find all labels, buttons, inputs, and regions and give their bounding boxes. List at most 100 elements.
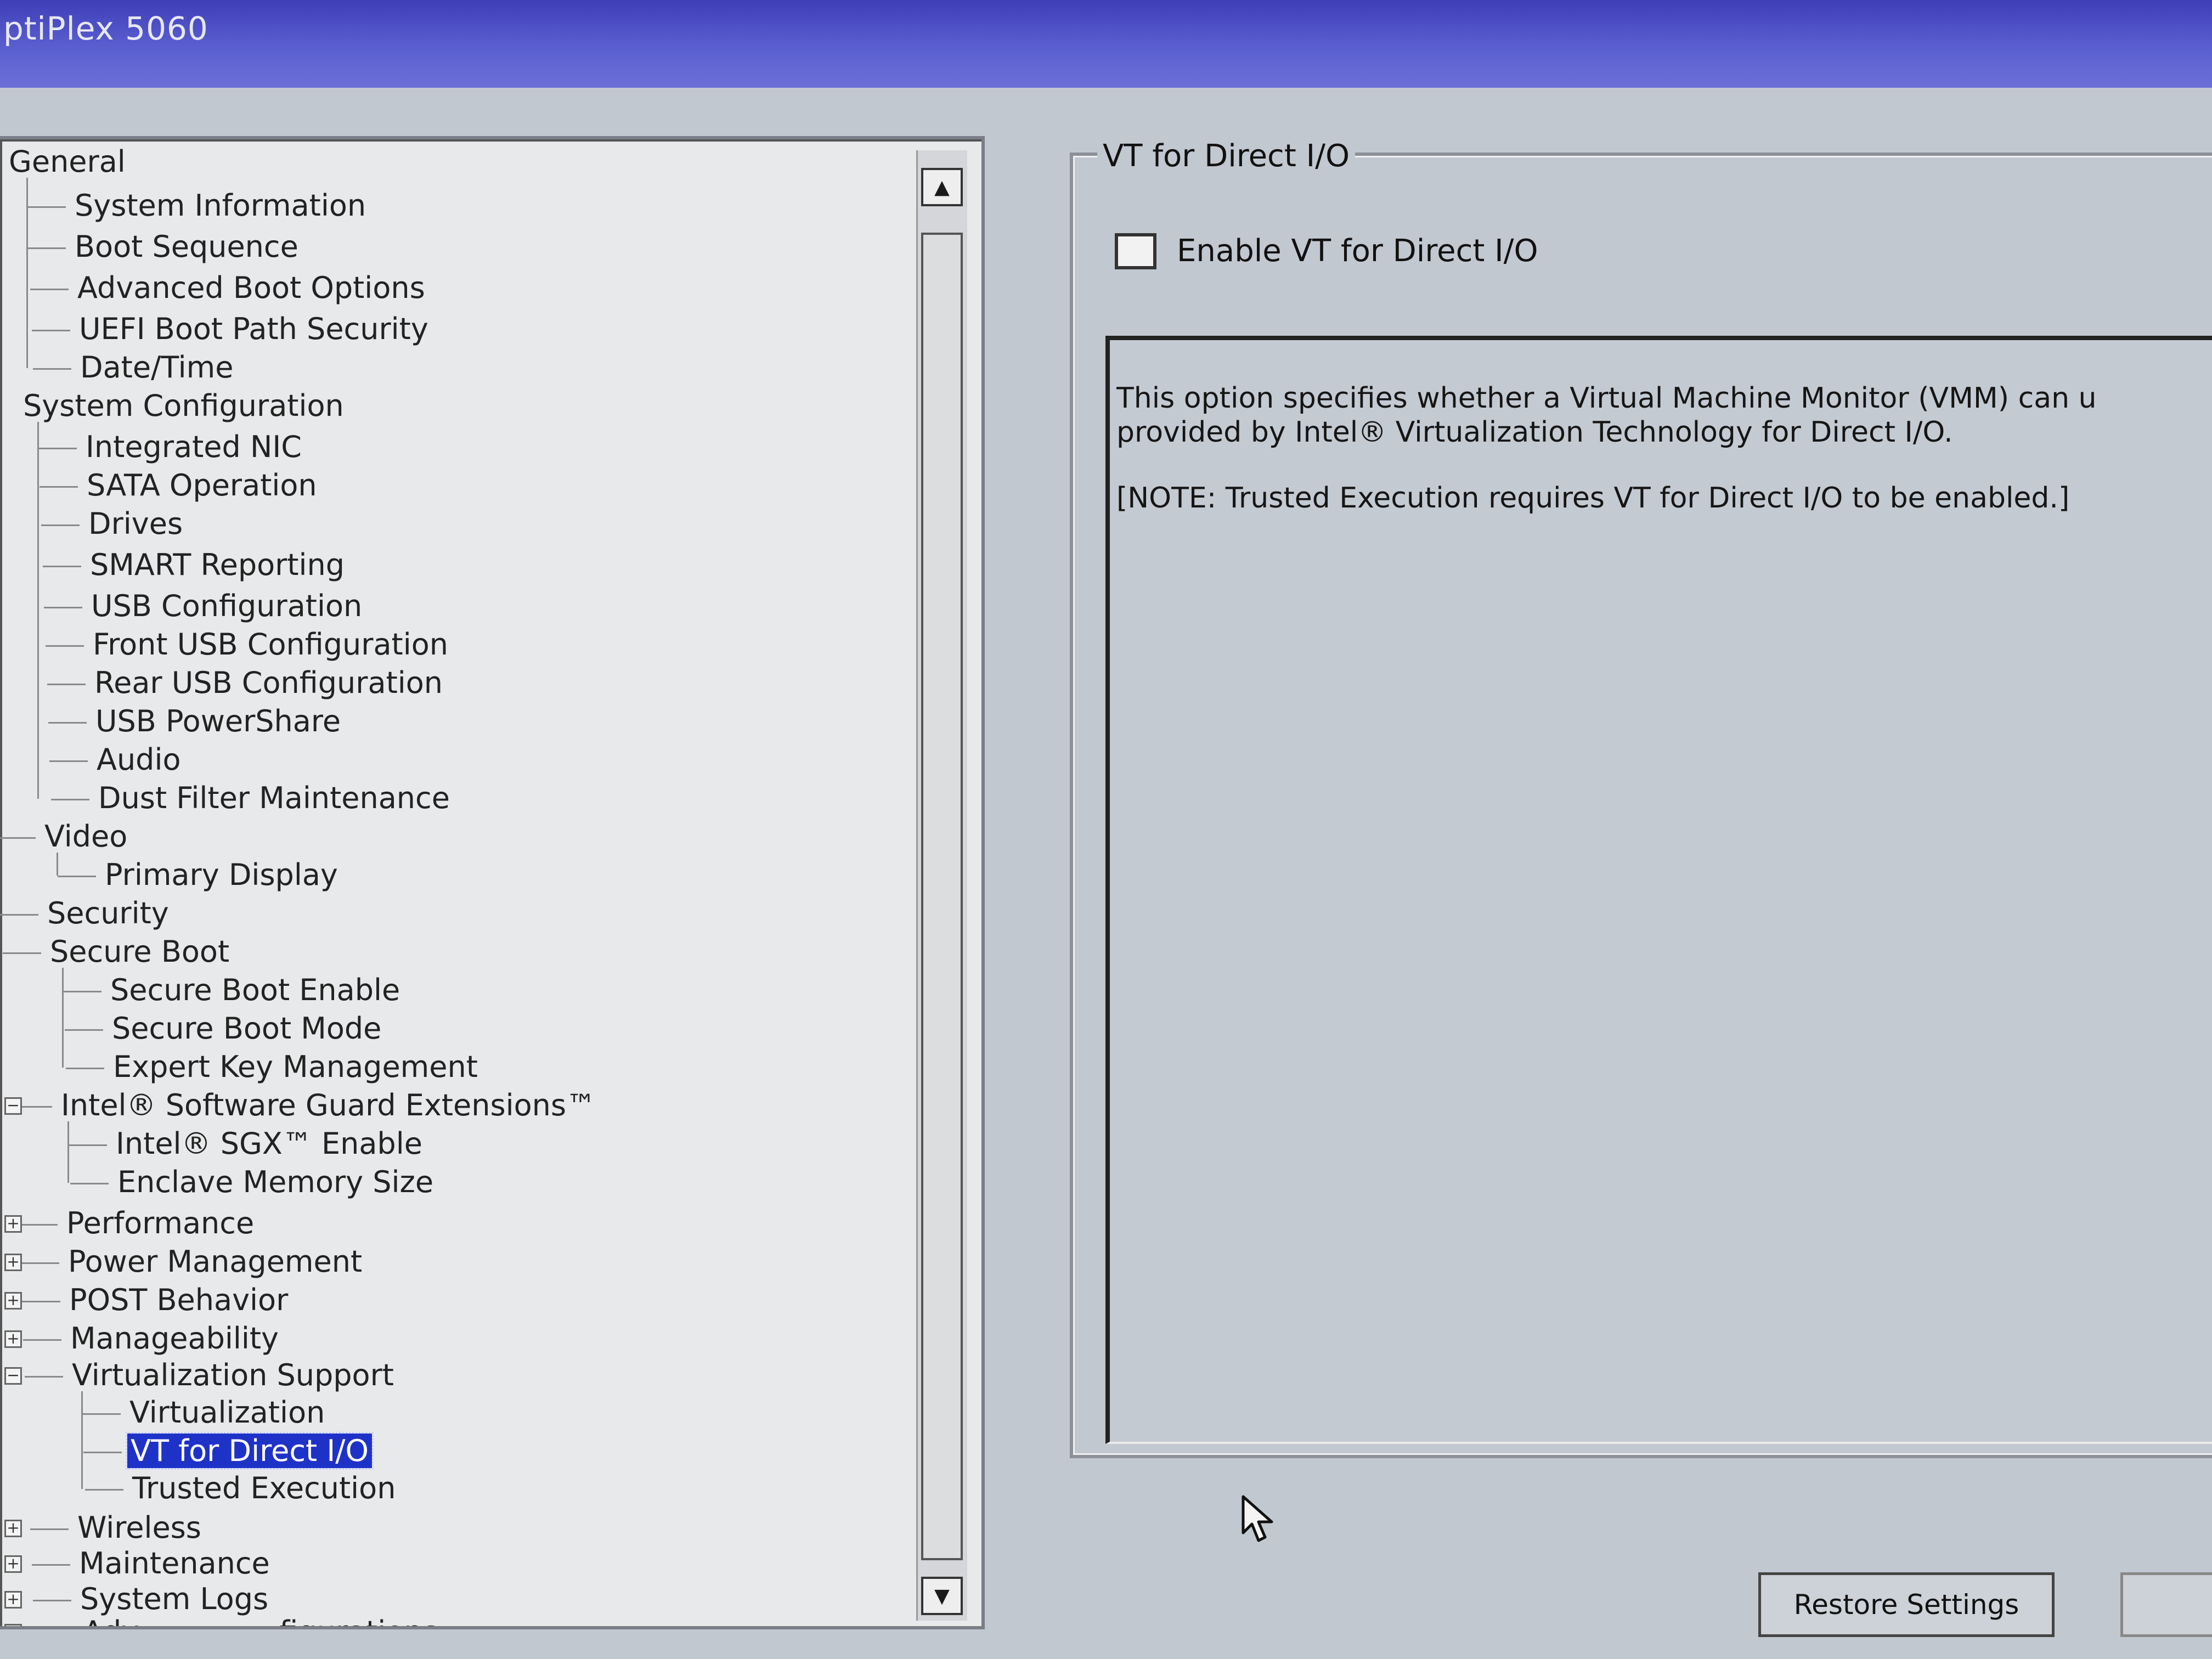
tree-item-system-logs[interactable]: System Logs [77, 1581, 272, 1617]
tree-item-label: Secure Boot Enable [110, 973, 400, 1007]
tree-item-label: Virtualization [129, 1395, 325, 1430]
tree-item-primary-display[interactable]: Primary Display [101, 857, 341, 893]
tree-item-advanced-boot-options[interactable]: Advanced Boot Options [74, 270, 428, 306]
tree-item-label: SMART Reporting [90, 548, 345, 582]
tree-item-usb-powershare[interactable]: USB PowerShare [92, 703, 344, 740]
tree-item-video[interactable]: Video [41, 819, 131, 855]
tree-item-system-information[interactable]: System Information [71, 188, 369, 224]
tree-item-power-management[interactable]: Power Management [65, 1244, 365, 1280]
tree-item-label: Power Management [68, 1244, 363, 1279]
tree-connector [33, 368, 71, 370]
tree-item-virtualization[interactable]: Virtualization [126, 1395, 328, 1431]
tree-item-secure-boot-mode[interactable]: Secure Boot Mode [109, 1011, 385, 1047]
description-note: [NOTE: Trusted Execution requires VT for… [1116, 482, 2070, 515]
tree-item-audio[interactable]: Audio [93, 742, 184, 778]
tree-item-post-behavior[interactable]: POST Behavior [66, 1282, 291, 1318]
description-text: This option specifies whether a Virtual … [1116, 381, 2208, 515]
enable-vt-direct-io-label[interactable]: Enable VT for Direct I/O [1177, 233, 1538, 269]
restore-settings-button[interactable]: Restore Settings [1758, 1572, 2055, 1637]
expand-icon[interactable]: + [4, 1591, 22, 1609]
tree-item-integrated-nic[interactable]: Integrated NIC [82, 429, 305, 465]
tree-connector [49, 760, 88, 762]
tree-connector [0, 837, 36, 839]
tree-item-performance[interactable]: Performance [63, 1205, 257, 1242]
tree-item-label: Boot Sequence [75, 229, 298, 264]
tree-item-adv[interactable]: Adv figurations [80, 1614, 438, 1626]
settings-tree-panel: General System Information Boot Sequence Ad… [0, 136, 985, 1629]
enable-vt-direct-io-checkbox[interactable] [1115, 233, 1156, 269]
tree-connector [47, 684, 86, 685]
tree-item-virtualization-support[interactable]: Virtualization Support [69, 1357, 397, 1393]
tree-connector [65, 1029, 103, 1031]
scroll-up-button[interactable]: ▲ [921, 168, 963, 206]
expand-icon[interactable]: + [4, 1330, 22, 1348]
tree-item-secure-boot[interactable]: Secure Boot [47, 934, 233, 970]
tree-connector [33, 1600, 71, 1601]
tree-connector [23, 1339, 61, 1341]
tree-item-date-time[interactable]: Date/Time [77, 349, 236, 386]
tree-item-vt-for-direct-i-o[interactable]: VT for Direct I/O [126, 1432, 374, 1470]
expand-icon[interactable]: + [4, 1624, 22, 1626]
tree-item-intel-sgx-enable[interactable]: Intel® SGX™ Enable [112, 1126, 426, 1162]
expand-icon[interactable]: + [4, 1520, 22, 1537]
arrow-down-icon: ▼ [934, 1584, 950, 1607]
tree-branch-line [57, 853, 58, 876]
collapse-icon[interactable]: − [4, 1097, 22, 1115]
tree-item-boot-sequence[interactable]: Boot Sequence [71, 229, 302, 265]
collapse-icon[interactable]: − [4, 1367, 22, 1385]
tree-item-expert-key-management[interactable]: Expert Key Management [110, 1049, 481, 1085]
tree-item-system-configuration[interactable]: System Configuration [20, 388, 347, 424]
tree-item-label-trailing: figurations [279, 1615, 438, 1626]
expand-icon[interactable]: + [4, 1292, 22, 1310]
tree-item-drives[interactable]: Drives [85, 506, 186, 542]
tree-item-security[interactable]: Security [44, 895, 172, 932]
tree-item-label: Performance [66, 1206, 255, 1240]
tree-connector [51, 799, 89, 800]
tree-item-label: Video [44, 819, 128, 854]
tree-branch-line [37, 422, 39, 799]
tree-scrollbar[interactable]: ▲ ▼ [916, 150, 967, 1621]
tree-connector [43, 566, 81, 567]
tree-item-label: Adv [80, 1615, 142, 1626]
description-line-1: This option specifies whether a Virtual … [1116, 382, 2097, 415]
tree-item-front-usb-configuration[interactable]: Front USB Configuration [89, 627, 452, 663]
tree-item-smart-reporting[interactable]: SMART Reporting [87, 547, 348, 583]
settings-tree: General System Information Boot Sequence Ad… [0, 139, 900, 1626]
title-bar: ptiPlex 5060 [0, 0, 2212, 88]
partial-button[interactable] [2120, 1572, 2212, 1637]
tree-item-secure-boot-enable[interactable]: Secure Boot Enable [107, 972, 403, 1008]
tree-item-label: Trusted Execution [132, 1471, 396, 1505]
tree-item-trusted-execution[interactable]: Trusted Execution [129, 1470, 399, 1506]
tree-item-intel-software-guard-extensions[interactable]: Intel® Software Guard Extensions™ [58, 1087, 599, 1124]
tree-item-dust-filter-maintenance[interactable]: Dust Filter Maintenance [95, 780, 453, 816]
tree-connector [25, 1376, 63, 1378]
description-line-2: provided by Intel® Virtualization Techno… [1116, 416, 1953, 449]
tree-item-wireless[interactable]: Wireless [74, 1510, 205, 1546]
scroll-down-button[interactable]: ▼ [921, 1577, 963, 1615]
tree-item-sata-operation[interactable]: SATA Operation [83, 467, 320, 504]
tree-item-label: System Logs [80, 1582, 269, 1616]
expand-icon[interactable]: + [4, 1215, 22, 1233]
tree-item-maintenance[interactable]: Maintenance [76, 1545, 273, 1582]
tree-item-usb-configuration[interactable]: USB Configuration [88, 588, 365, 624]
tree-item-manageability[interactable]: Manageability [67, 1321, 282, 1357]
tree-item-label: POST Behavior [69, 1283, 289, 1317]
tree-item-general[interactable]: General [5, 144, 129, 180]
tree-connector [38, 448, 77, 449]
expand-icon[interactable]: + [4, 1254, 22, 1271]
tree-connector [48, 722, 87, 724]
tree-item-label: Maintenance [79, 1546, 270, 1581]
tree-item-rear-usb-configuration[interactable]: Rear USB Configuration [91, 665, 446, 701]
tree-connector [66, 1068, 104, 1069]
tree-item-enclave-memory-size[interactable]: Enclave Memory Size [114, 1164, 437, 1200]
tree-item-label: Intel® Software Guard Extensions™ [61, 1088, 596, 1122]
tree-connector [32, 330, 70, 331]
scroll-thumb[interactable] [921, 233, 963, 1560]
tree-item-label: SATA Operation [87, 468, 317, 503]
tree-item-label: Date/Time [80, 350, 234, 385]
tree-connector [69, 1144, 107, 1146]
tree-connector [63, 991, 101, 992]
expand-icon[interactable]: + [4, 1555, 22, 1573]
tree-item-label: System Information [75, 188, 366, 223]
tree-item-uefi-boot-path-security[interactable]: UEFI Boot Path Security [76, 311, 432, 347]
